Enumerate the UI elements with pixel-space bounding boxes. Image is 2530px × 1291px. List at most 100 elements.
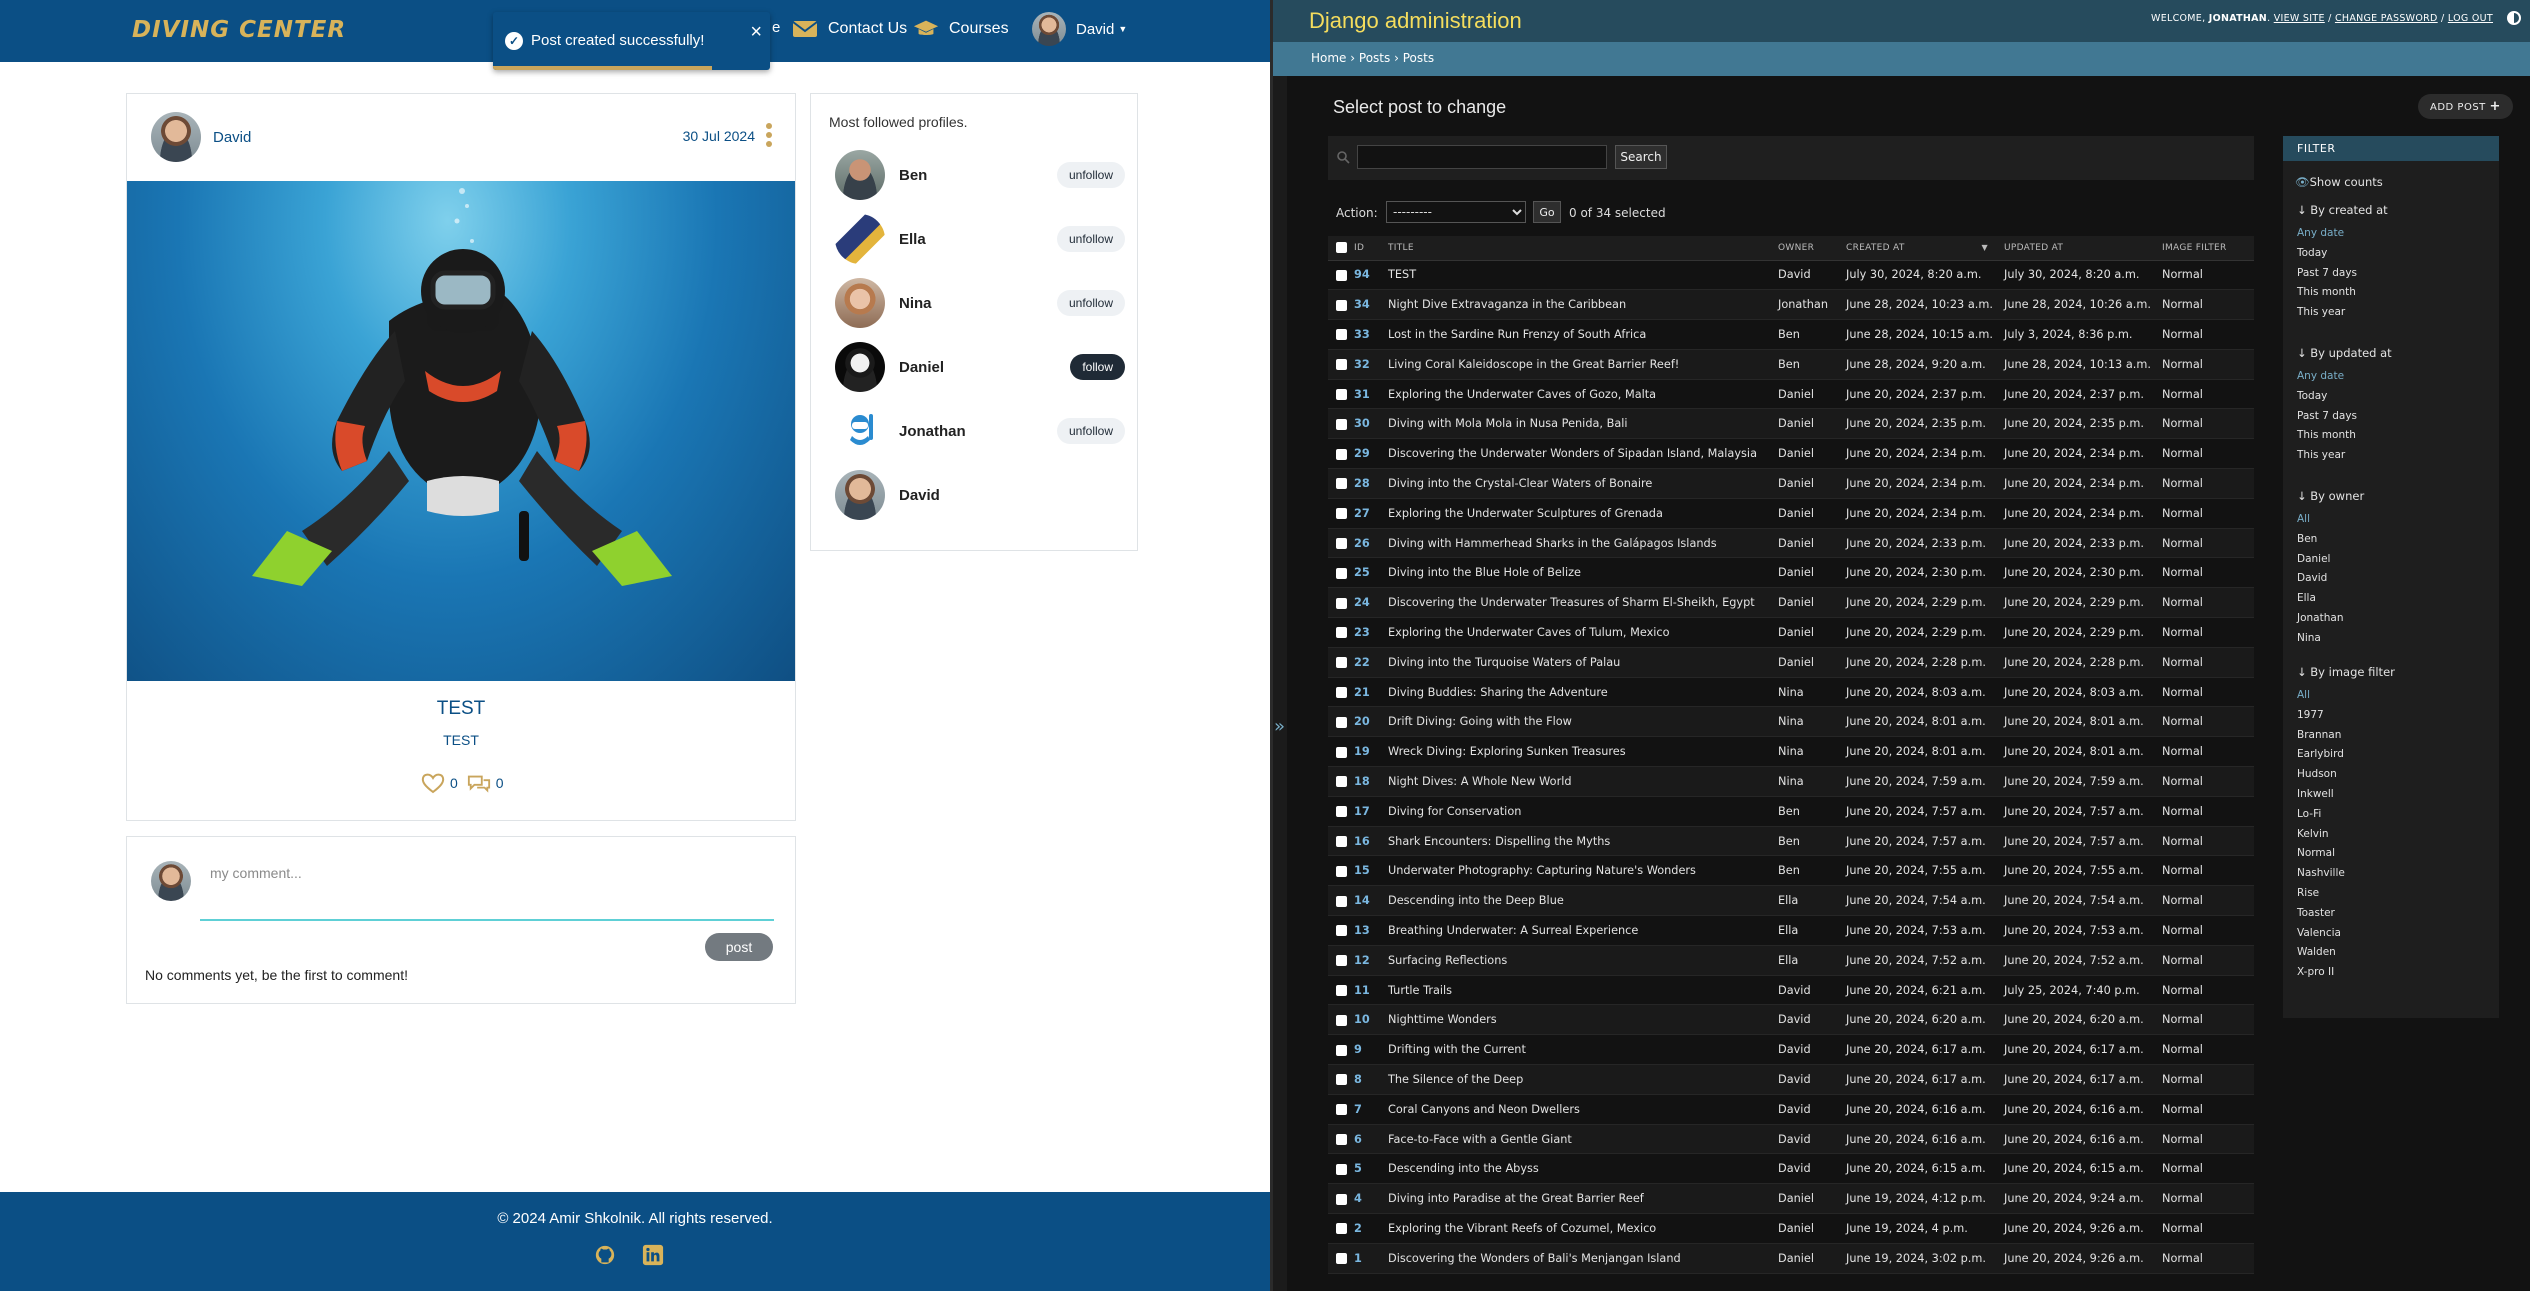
row-checkbox[interactable] <box>1328 1004 1350 1036</box>
row-checkbox[interactable] <box>1328 498 1350 529</box>
row-id-link[interactable]: 18 <box>1350 766 1384 797</box>
filter-option[interactable]: Any date <box>2297 367 2392 387</box>
row-id-link[interactable]: 33 <box>1350 319 1384 350</box>
row-id-link[interactable]: 12 <box>1350 945 1384 976</box>
row-checkbox[interactable] <box>1328 1094 1350 1125</box>
profile-name[interactable]: Ella <box>899 231 926 248</box>
filter-option[interactable]: Inkwell <box>2297 785 2395 805</box>
filter-option[interactable]: Nashville <box>2297 864 2395 884</box>
breadcrumb-app[interactable]: Posts <box>1359 51 1390 65</box>
search-button[interactable]: Search <box>1615 145 1667 169</box>
search-input[interactable] <box>1357 145 1607 169</box>
filter-option[interactable]: This month <box>2297 283 2388 303</box>
nav-link-partial[interactable]: e <box>772 19 780 36</box>
linkedin-icon[interactable] <box>642 1244 664 1266</box>
filter-option[interactable]: X-pro II <box>2297 963 2395 983</box>
row-id-link[interactable]: 29 <box>1350 438 1384 470</box>
row-checkbox[interactable] <box>1328 587 1350 619</box>
add-post-button[interactable]: ADD POST + <box>2418 94 2513 119</box>
profile-avatar[interactable] <box>835 470 885 520</box>
row-checkbox[interactable] <box>1328 736 1350 768</box>
row-id-link[interactable]: 26 <box>1350 528 1384 559</box>
filter-option[interactable]: Today <box>2297 244 2388 264</box>
filter-option[interactable]: Walden <box>2297 943 2395 963</box>
row-checkbox[interactable] <box>1328 557 1350 589</box>
row-id-link[interactable]: 13 <box>1350 915 1384 946</box>
column-header-updated-at[interactable]: UPDATED AT <box>2000 236 2158 261</box>
row-id-link[interactable]: 28 <box>1350 468 1384 499</box>
filter-option[interactable]: Nina <box>2297 629 2364 649</box>
filter-option[interactable]: Hudson <box>2297 765 2395 785</box>
row-checkbox[interactable] <box>1328 408 1350 440</box>
row-checkbox[interactable] <box>1328 1183 1350 1214</box>
row-id-link[interactable]: 4 <box>1350 1183 1384 1214</box>
profile-name[interactable]: Jonathan <box>899 423 966 440</box>
filter-option[interactable]: Any date <box>2297 224 2388 244</box>
row-id-link[interactable]: 24 <box>1350 587 1384 619</box>
row-id-link[interactable]: 11 <box>1350 975 1384 1006</box>
row-id-link[interactable]: 32 <box>1350 349 1384 380</box>
column-header-created-at[interactable]: CREATED AT ▼ <box>1842 236 2000 261</box>
filter-option[interactable]: Daniel <box>2297 550 2364 570</box>
toast-close-button[interactable]: × <box>750 22 762 42</box>
row-checkbox[interactable] <box>1328 975 1350 1006</box>
profile-row[interactable]: Ella unfollow <box>835 213 1125 265</box>
filter-option[interactable]: Earlybird <box>2297 745 2395 765</box>
row-checkbox[interactable] <box>1328 1243 1350 1274</box>
row-checkbox[interactable] <box>1328 766 1350 797</box>
row-id-link[interactable]: 31 <box>1350 379 1384 410</box>
filter-option[interactable]: This year <box>2297 446 2392 466</box>
heart-icon[interactable] <box>421 772 445 794</box>
select-all-checkbox[interactable] <box>1328 236 1350 261</box>
row-id-link[interactable]: 23 <box>1350 617 1384 648</box>
filter-option[interactable]: Today <box>2297 387 2392 407</box>
row-checkbox[interactable] <box>1328 1124 1350 1155</box>
profile-row[interactable]: David <box>835 469 1125 521</box>
row-checkbox[interactable] <box>1328 796 1350 827</box>
site-logo[interactable]: DIVING CENTER <box>132 10 346 50</box>
filter-option[interactable]: Past 7 days <box>2297 407 2392 427</box>
row-checkbox[interactable] <box>1328 260 1350 291</box>
nav-contact-us[interactable]: Contact Us <box>792 14 907 44</box>
profile-avatar[interactable] <box>835 150 885 200</box>
profile-name[interactable]: Daniel <box>899 359 944 376</box>
filter-option[interactable]: All <box>2297 510 2364 530</box>
filter-option[interactable]: Past 7 days <box>2297 264 2388 284</box>
row-checkbox[interactable] <box>1328 528 1350 559</box>
row-id-link[interactable]: 27 <box>1350 498 1384 529</box>
filter-option[interactable]: All <box>2297 686 2395 706</box>
unfollow-button[interactable]: unfollow <box>1056 226 1125 252</box>
row-checkbox[interactable] <box>1328 855 1350 887</box>
filter-option[interactable]: Rise <box>2297 884 2395 904</box>
profile-avatar[interactable] <box>835 214 885 264</box>
theme-toggle-icon[interactable] <box>2507 11 2521 25</box>
post-author[interactable]: David <box>151 112 251 162</box>
post-comment-button[interactable]: post <box>705 933 773 961</box>
row-id-link[interactable]: 2 <box>1350 1213 1384 1244</box>
nav-user-menu[interactable]: David ▼ <box>1032 12 1127 46</box>
nav-courses[interactable]: Courses <box>913 14 1009 44</box>
view-site-link[interactable]: VIEW SITE <box>2274 13 2325 24</box>
row-checkbox[interactable] <box>1328 647 1350 678</box>
row-checkbox[interactable] <box>1328 915 1350 946</box>
row-id-link[interactable]: 22 <box>1350 647 1384 678</box>
filter-option[interactable]: Toaster <box>2297 904 2395 924</box>
action-select[interactable]: --------- <box>1386 201 1526 223</box>
unfollow-button[interactable]: unfollow <box>1056 290 1125 316</box>
row-id-link[interactable]: 10 <box>1350 1004 1384 1036</box>
filter-option[interactable]: Jonathan <box>2297 609 2364 629</box>
change-password-link[interactable]: CHANGE PASSWORD <box>2335 13 2438 24</box>
row-checkbox[interactable] <box>1328 438 1350 470</box>
post-options-kebab-icon[interactable] <box>766 123 772 147</box>
row-checkbox[interactable] <box>1328 379 1350 410</box>
row-id-link[interactable]: 30 <box>1350 408 1384 440</box>
row-id-link[interactable]: 25 <box>1350 557 1384 589</box>
admin-brand[interactable]: Django administration <box>1309 8 1522 34</box>
row-id-link[interactable]: 1 <box>1350 1243 1384 1274</box>
row-id-link[interactable]: 7 <box>1350 1094 1384 1125</box>
row-id-link[interactable]: 15 <box>1350 855 1384 887</box>
profile-row[interactable]: Daniel follow <box>835 341 1125 393</box>
row-id-link[interactable]: 9 <box>1350 1034 1384 1066</box>
filter-option[interactable]: Brannan <box>2297 726 2395 746</box>
column-header-image-filter[interactable]: IMAGE FILTER <box>2158 236 2254 261</box>
